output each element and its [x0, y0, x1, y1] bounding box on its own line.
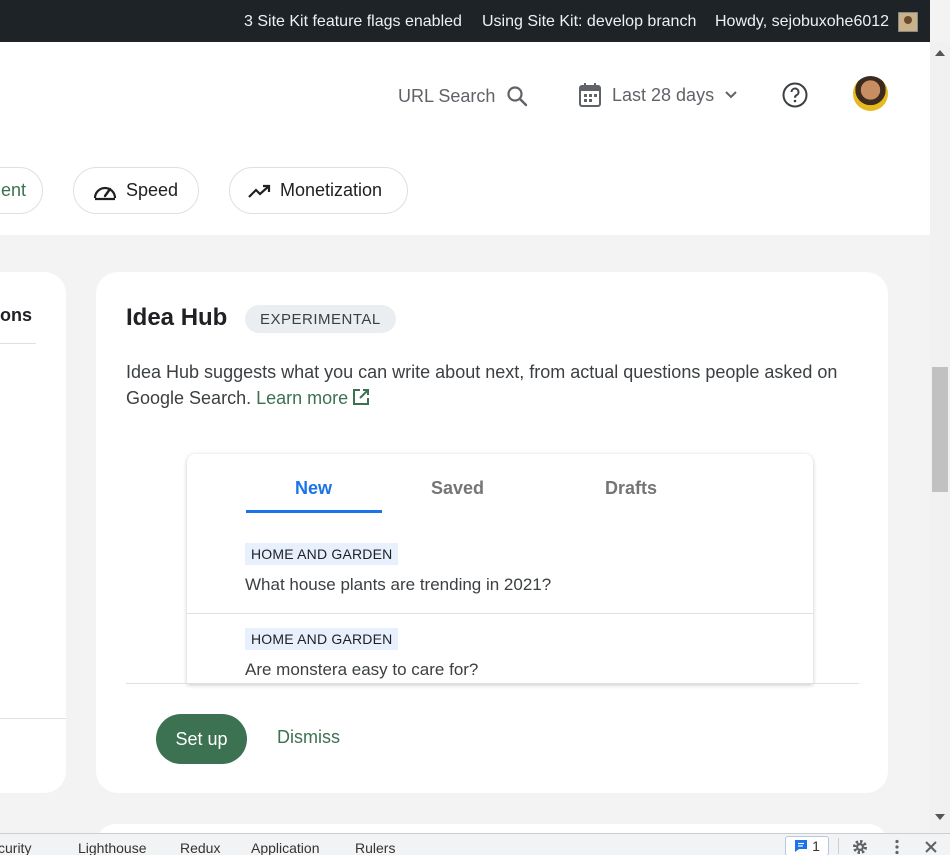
- idea-topic-tag: HOME AND GARDEN: [245, 628, 399, 650]
- tab-new[interactable]: New: [295, 478, 332, 499]
- help-icon[interactable]: [782, 82, 808, 108]
- admin-bar-avatar[interactable]: [898, 12, 918, 32]
- tab-saved[interactable]: Saved: [431, 478, 484, 499]
- date-range-label: Last 28 days: [612, 84, 715, 105]
- nav-chip-label: ent: [0, 180, 26, 200]
- left-card-title: ons: [0, 305, 33, 325]
- search-icon: [507, 86, 528, 107]
- nav-chip-label: Speed: [126, 180, 179, 200]
- idea-question: Are monstera easy to care for?: [245, 660, 479, 679]
- external-link-icon: [353, 389, 370, 405]
- left-card-footer-divider: [0, 718, 66, 719]
- date-range-selector[interactable]: Last 28 days: [578, 82, 738, 108]
- card-footer-divider: [126, 683, 859, 684]
- scrollbar-thumb[interactable]: [932, 367, 948, 492]
- site-kit-branch-notice[interactable]: Using Site Kit: develop branch: [482, 13, 696, 31]
- scroll-up-arrow-icon[interactable]: [935, 50, 945, 56]
- idea-list-item: HOME AND GARDEN Are monstera easy to car…: [245, 628, 478, 680]
- devtools-tab-lighthouse[interactable]: Lighthouse: [78, 840, 147, 855]
- feature-flags-notice[interactable]: 3 Site Kit feature flags enabled: [244, 13, 462, 31]
- idea-hub-preview: New Saved Drafts HOME AND GARDEN What ho…: [187, 454, 813, 684]
- page-scrollbar[interactable]: [930, 42, 950, 832]
- idea-question: What house plants are trending in 2021?: [245, 575, 552, 594]
- url-search-button[interactable]: URL Search: [398, 84, 529, 108]
- devtools-tab-rulers[interactable]: Rulers: [355, 840, 395, 855]
- idea-hub-description: Idea Hub suggests what you can write abo…: [126, 359, 856, 411]
- experimental-badge: EXPERIMENTAL: [245, 305, 396, 333]
- message-icon: [795, 840, 808, 852]
- nav-chip-monetization[interactable]: Monetization: [229, 167, 408, 214]
- idea-list-item: HOME AND GARDEN What house plants are tr…: [245, 543, 551, 595]
- left-card-divider: [0, 343, 36, 344]
- devtools-issues-button[interactable]: 1: [785, 836, 829, 855]
- left-widget-card: ons: [0, 272, 66, 793]
- gear-icon[interactable]: [851, 838, 869, 855]
- trending-up-icon: [248, 184, 271, 198]
- set-up-button[interactable]: Set up: [156, 714, 247, 764]
- chevron-down-icon: [725, 91, 737, 99]
- dismiss-button[interactable]: Dismiss: [277, 727, 340, 748]
- user-avatar[interactable]: [853, 76, 888, 111]
- tab-drafts[interactable]: Drafts: [605, 478, 657, 499]
- more-vertical-icon[interactable]: [888, 838, 906, 855]
- issues-count: 1: [812, 838, 820, 854]
- scroll-down-arrow-icon[interactable]: [935, 814, 945, 820]
- description-text: Idea Hub suggests what you can write abo…: [126, 362, 838, 408]
- wp-admin-bar: 3 Site Kit feature flags enabled Using S…: [0, 0, 930, 42]
- url-search-label: URL Search: [398, 85, 496, 106]
- idea-hub-title: Idea Hub: [126, 304, 228, 331]
- idea-divider: [187, 613, 813, 614]
- close-icon[interactable]: [922, 838, 940, 855]
- speedometer-icon: [93, 186, 117, 200]
- nav-chip-speed[interactable]: Speed: [73, 167, 199, 214]
- devtools-tab-redux[interactable]: Redux: [180, 840, 220, 855]
- learn-more-label: Learn more: [256, 388, 349, 408]
- learn-more-link[interactable]: Learn more: [256, 388, 370, 408]
- idea-topic-tag: HOME AND GARDEN: [245, 543, 399, 565]
- idea-hub-card: Idea Hub EXPERIMENTAL Idea Hub suggests …: [96, 272, 888, 793]
- howdy-user-menu[interactable]: Howdy, sejobuxohe6012: [715, 13, 889, 31]
- devtools-tab-security[interactable]: curity: [0, 840, 31, 855]
- devtools-tab-bar: curity Lighthouse Redux Application Rule…: [0, 833, 950, 855]
- nav-chip-engagement[interactable]: ent: [0, 167, 43, 214]
- devtools-tab-application[interactable]: Application: [251, 840, 320, 855]
- devtools-separator: [838, 838, 839, 854]
- site-kit-header: URL Search Last 28 days ent Speed Moneti…: [0, 42, 930, 235]
- active-tab-indicator: [246, 510, 382, 513]
- calendar-icon: [579, 83, 601, 107]
- nav-chip-label: Monetization: [280, 180, 383, 200]
